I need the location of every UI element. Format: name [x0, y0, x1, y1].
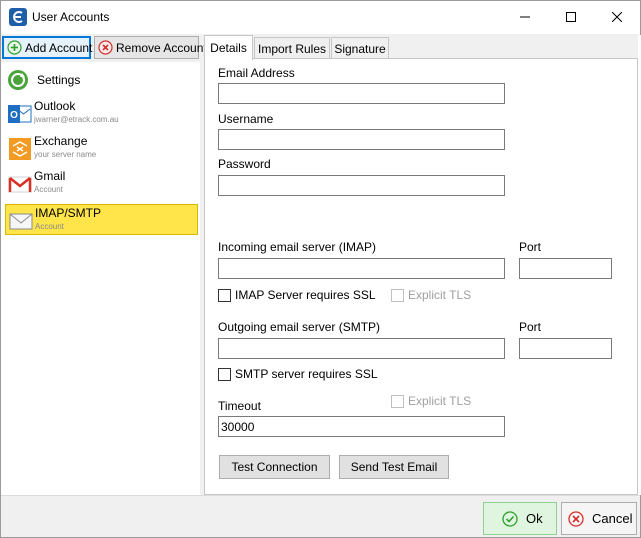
app-logo-icon: [9, 8, 27, 26]
outgoing-port-input[interactable]: [519, 338, 612, 359]
sidebar-item-settings[interactable]: Settings: [7, 68, 80, 92]
svg-text:O: O: [10, 110, 18, 121]
window-title: User Accounts: [32, 10, 110, 24]
account-name: Gmail: [34, 169, 66, 183]
minimize-button[interactable]: [502, 1, 548, 33]
ok-button[interactable]: Ok: [483, 502, 557, 535]
remove-circle-icon: [98, 40, 113, 55]
cancel-label: Cancel: [592, 511, 633, 526]
account-subtitle: Account: [35, 222, 64, 231]
checkbox-box: [218, 288, 231, 302]
settings-label: Settings: [37, 73, 81, 87]
sidebar-item-imap-smtp[interactable]: IMAP/SMTP Account: [5, 204, 198, 235]
dialog-footer: Ok Cancel: [1, 495, 640, 537]
sidebar-item-exchange[interactable]: Exchange your server name: [5, 133, 198, 164]
maximize-button[interactable]: [548, 1, 594, 33]
outgoing-server-label: Outgoing email server (SMTP): [218, 320, 381, 334]
cancel-circle-icon: [568, 510, 584, 527]
outgoing-port-label: Port: [519, 320, 542, 334]
incoming-port-label: Port: [519, 240, 542, 254]
account-list: Settings O Outlook jwarner@etrack.com.au…: [1, 62, 200, 495]
settings-refresh-icon: [8, 70, 28, 90]
smtp-ssl-checkbox[interactable]: SMTP server requires SSL: [218, 367, 378, 381]
send-test-email-button[interactable]: Send Test Email: [339, 455, 449, 479]
email-address-label: Email Address: [218, 66, 295, 80]
title-bar: User Accounts: [1, 1, 640, 34]
cancel-button[interactable]: Cancel: [561, 502, 637, 535]
username-label: Username: [218, 112, 274, 126]
envelope-icon: [9, 213, 33, 230]
sidebar-item-gmail[interactable]: Gmail Account: [5, 168, 198, 199]
username-input[interactable]: [218, 129, 505, 150]
test-connection-button[interactable]: Test Connection: [219, 455, 330, 479]
add-account-label: Add Account: [25, 40, 93, 55]
close-icon: [612, 12, 622, 22]
sidebar-item-outlook[interactable]: O Outlook jwarner@etrack.com.au: [5, 98, 198, 129]
add-account-button[interactable]: Add Account: [2, 36, 93, 59]
timeout-input[interactable]: [218, 416, 505, 437]
check-circle-icon: [502, 510, 518, 527]
user-accounts-window: User Accounts Add Account Remove Account…: [0, 0, 641, 538]
plus-circle-icon: [7, 40, 22, 55]
outgoing-server-input[interactable]: [218, 338, 505, 359]
minimize-icon: [520, 16, 530, 18]
imap-explicit-tls-label: Explicit TLS: [408, 288, 472, 302]
tab-import-rules[interactable]: Import Rules: [254, 37, 330, 59]
tab-signature[interactable]: Signature: [331, 37, 389, 59]
account-subtitle: your server name: [34, 150, 97, 159]
password-label: Password: [218, 157, 271, 171]
incoming-port-input[interactable]: [519, 258, 612, 279]
close-button[interactable]: [594, 1, 640, 33]
tab-details[interactable]: Details: [204, 35, 253, 60]
imap-explicit-tls-checkbox[interactable]: Explicit TLS: [391, 288, 471, 302]
ok-label: Ok: [526, 511, 543, 526]
maximize-icon: [566, 12, 576, 22]
email-address-input[interactable]: [218, 83, 505, 104]
imap-ssl-label: IMAP Server requires SSL: [235, 288, 376, 302]
timeout-label: Timeout: [218, 399, 261, 413]
checkbox-box: [391, 394, 404, 408]
outlook-icon: O: [8, 105, 32, 123]
gmail-icon: [8, 176, 32, 193]
account-subtitle: jwarner@etrack.com.au: [34, 115, 119, 124]
exchange-icon: [9, 138, 31, 160]
smtp-explicit-tls-checkbox[interactable]: Explicit TLS: [391, 394, 471, 408]
checkbox-box: [391, 288, 404, 302]
account-subtitle: Account: [34, 185, 63, 194]
imap-ssl-checkbox[interactable]: IMAP Server requires SSL: [218, 288, 376, 302]
smtp-explicit-tls-label: Explicit TLS: [408, 394, 472, 408]
password-input[interactable]: [218, 175, 505, 196]
account-name: Outlook: [34, 99, 76, 113]
incoming-server-input[interactable]: [218, 258, 505, 279]
checkbox-box: [218, 367, 231, 381]
smtp-ssl-label: SMTP server requires SSL: [235, 367, 378, 381]
details-panel: Email Address Username Password Incoming…: [204, 58, 638, 495]
account-name: Exchange: [34, 134, 88, 148]
account-name: IMAP/SMTP: [35, 206, 102, 220]
remove-account-label: Remove Account: [116, 40, 207, 55]
incoming-server-label: Incoming email server (IMAP): [218, 240, 377, 254]
remove-account-button[interactable]: Remove Account: [94, 36, 207, 59]
